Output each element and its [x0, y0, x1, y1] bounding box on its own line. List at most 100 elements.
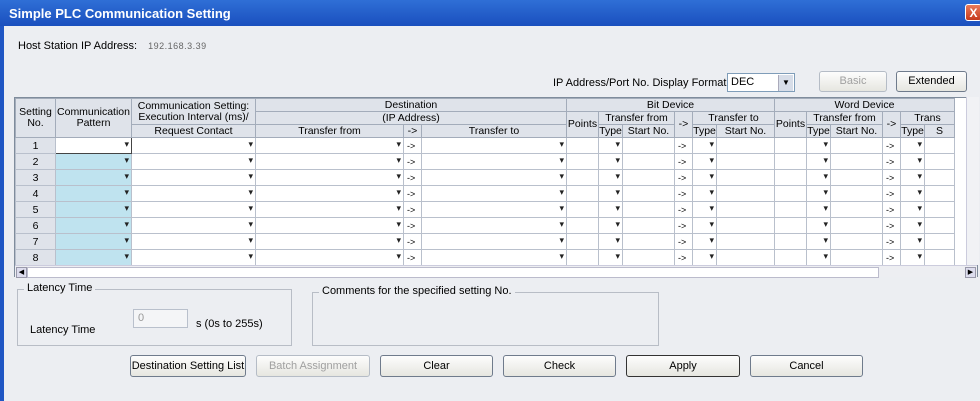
bit-to-type-select[interactable]: [692, 137, 717, 154]
bit-from-type-select[interactable]: [598, 201, 623, 218]
word-from-start-cell[interactable]: [830, 249, 883, 266]
bit-from-start-cell[interactable]: [622, 249, 675, 266]
bit-to-type-select[interactable]: [692, 217, 717, 234]
word-to-start-cell[interactable]: [924, 217, 955, 234]
bit-to-type-select[interactable]: [692, 153, 717, 170]
bit-points-cell[interactable]: [566, 169, 599, 186]
comm-setting-select[interactable]: [131, 233, 256, 250]
comm-setting-select[interactable]: [131, 249, 256, 266]
word-to-start-cell[interactable]: [924, 233, 955, 250]
word-to-type-select[interactable]: [900, 185, 925, 202]
word-from-type-select[interactable]: [806, 169, 831, 186]
bit-to-start-cell[interactable]: [716, 185, 775, 202]
word-from-start-cell[interactable]: [830, 201, 883, 218]
check-button[interactable]: Check: [503, 355, 616, 377]
bit-from-start-cell[interactable]: [622, 185, 675, 202]
bit-to-start-cell[interactable]: [716, 137, 775, 154]
dest-from-select[interactable]: [255, 201, 404, 218]
bit-points-cell[interactable]: [566, 217, 599, 234]
bit-from-type-select[interactable]: [598, 249, 623, 266]
bit-to-type-select[interactable]: [692, 233, 717, 250]
bit-to-start-cell[interactable]: [716, 217, 775, 234]
dest-to-select[interactable]: [421, 185, 567, 202]
bit-to-type-select[interactable]: [692, 185, 717, 202]
word-to-start-cell[interactable]: [924, 137, 955, 154]
dest-to-select[interactable]: [421, 249, 567, 266]
word-from-type-select[interactable]: [806, 153, 831, 170]
batch-assignment-button[interactable]: Batch Assignment: [256, 355, 370, 377]
word-from-start-cell[interactable]: [830, 137, 883, 154]
word-to-type-select[interactable]: [900, 249, 925, 266]
word-to-type-select[interactable]: [900, 233, 925, 250]
dest-to-select[interactable]: [421, 233, 567, 250]
word-to-start-cell[interactable]: [924, 153, 955, 170]
bit-to-start-cell[interactable]: [716, 249, 775, 266]
table-vertical-scrollbar[interactable]: [966, 97, 979, 265]
bit-to-type-select[interactable]: [692, 201, 717, 218]
dest-from-select[interactable]: [255, 217, 404, 234]
word-to-type-select[interactable]: [900, 137, 925, 154]
word-points-cell[interactable]: [774, 249, 807, 266]
word-to-start-cell[interactable]: [924, 201, 955, 218]
bit-from-type-select[interactable]: [598, 169, 623, 186]
dest-to-select[interactable]: [421, 201, 567, 218]
dest-from-select[interactable]: [255, 249, 404, 266]
word-points-cell[interactable]: [774, 137, 807, 154]
word-points-cell[interactable]: [774, 185, 807, 202]
basic-button[interactable]: Basic: [819, 71, 887, 92]
word-points-cell[interactable]: [774, 233, 807, 250]
word-from-type-select[interactable]: [806, 249, 831, 266]
scroll-right-icon[interactable]: ▶: [965, 267, 976, 278]
comm-setting-select[interactable]: [131, 153, 256, 170]
scroll-thumb[interactable]: [27, 267, 879, 278]
word-to-type-select[interactable]: [900, 169, 925, 186]
bit-from-start-cell[interactable]: [622, 137, 675, 154]
dest-from-select[interactable]: [255, 169, 404, 186]
comm-setting-select[interactable]: [131, 201, 256, 218]
word-from-type-select[interactable]: [806, 233, 831, 250]
word-points-cell[interactable]: [774, 217, 807, 234]
word-from-start-cell[interactable]: [830, 185, 883, 202]
bit-from-type-select[interactable]: [598, 233, 623, 250]
word-from-start-cell[interactable]: [830, 153, 883, 170]
bit-to-start-cell[interactable]: [716, 169, 775, 186]
bit-from-start-cell[interactable]: [622, 169, 675, 186]
word-to-start-cell[interactable]: [924, 185, 955, 202]
word-to-type-select[interactable]: [900, 153, 925, 170]
word-to-type-select[interactable]: [900, 201, 925, 218]
latency-input[interactable]: 0: [133, 309, 188, 328]
dest-from-select[interactable]: [255, 153, 404, 170]
bit-points-cell[interactable]: [566, 233, 599, 250]
apply-button[interactable]: Apply: [626, 355, 740, 377]
bit-points-cell[interactable]: [566, 137, 599, 154]
bit-points-cell[interactable]: [566, 153, 599, 170]
comm-pattern-select[interactable]: [55, 249, 132, 266]
bit-to-start-cell[interactable]: [716, 201, 775, 218]
cancel-button[interactable]: Cancel: [750, 355, 863, 377]
bit-to-type-select[interactable]: [692, 169, 717, 186]
table-horizontal-scrollbar[interactable]: ◀ ▶: [15, 265, 977, 278]
extended-button[interactable]: Extended: [896, 71, 967, 92]
comm-setting-select[interactable]: [131, 185, 256, 202]
clear-button[interactable]: Clear: [380, 355, 493, 377]
bit-from-start-cell[interactable]: [622, 233, 675, 250]
bit-from-type-select[interactable]: [598, 185, 623, 202]
word-from-type-select[interactable]: [806, 201, 831, 218]
dest-from-select[interactable]: [255, 137, 404, 154]
comm-pattern-select[interactable]: [55, 217, 132, 234]
display-format-select[interactable]: DEC ▼: [727, 73, 795, 92]
bit-from-type-select[interactable]: [598, 217, 623, 234]
bit-points-cell[interactable]: [566, 249, 599, 266]
bit-from-start-cell[interactable]: [622, 153, 675, 170]
word-from-start-cell[interactable]: [830, 217, 883, 234]
comm-pattern-select[interactable]: [55, 233, 132, 250]
dest-from-select[interactable]: [255, 185, 404, 202]
word-from-type-select[interactable]: [806, 137, 831, 154]
comm-setting-select[interactable]: [131, 169, 256, 186]
word-from-start-cell[interactable]: [830, 169, 883, 186]
word-from-type-select[interactable]: [806, 217, 831, 234]
bit-from-type-select[interactable]: [598, 153, 623, 170]
comm-pattern-select[interactable]: [55, 185, 132, 202]
comm-pattern-select[interactable]: [55, 153, 132, 170]
word-points-cell[interactable]: [774, 169, 807, 186]
